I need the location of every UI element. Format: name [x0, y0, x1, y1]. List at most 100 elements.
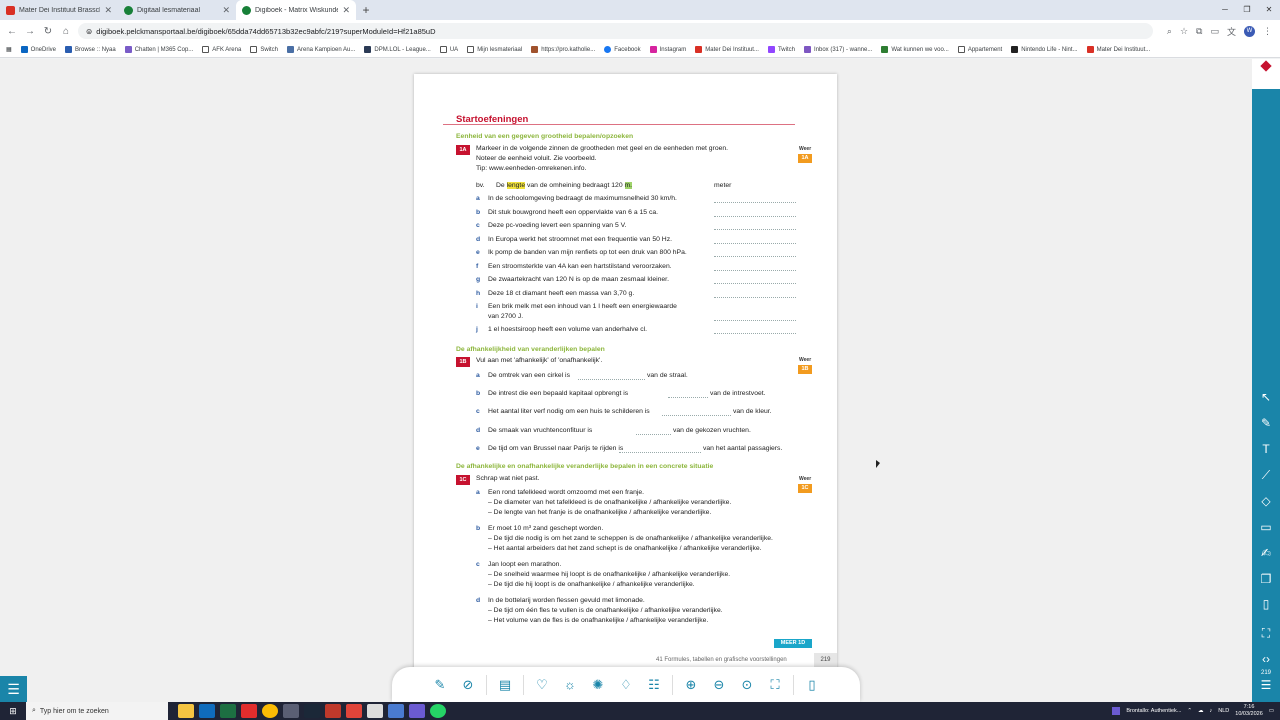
- whatsapp-icon[interactable]: [430, 704, 446, 718]
- answer-field[interactable]: [714, 297, 796, 298]
- sub-item-text[interactable]: – Het volume van de fles is de onafhanke…: [488, 617, 708, 624]
- app-icon[interactable]: [283, 704, 299, 718]
- weer-badge-1a[interactable]: 1A: [798, 154, 812, 163]
- file-explorer-icon[interactable]: [178, 704, 194, 718]
- answer-field[interactable]: [714, 283, 796, 284]
- exercise-tag-c[interactable]: 1C: [456, 475, 470, 485]
- reload-icon[interactable]: ↻: [42, 26, 54, 37]
- sub-item-text[interactable]: – De snelheid waarmee hij loopt is de on…: [488, 571, 730, 578]
- whiteboard-icon[interactable]: ▭: [1258, 519, 1274, 535]
- pointer-icon[interactable]: ↖: [1258, 389, 1274, 405]
- bookmark[interactable]: Browse :: Nyaa: [65, 46, 116, 53]
- bookmark[interactable]: Instagram: [649, 46, 686, 53]
- tab-mater-dei[interactable]: Mater Dei Instituut Brasschaat ✕: [0, 0, 118, 20]
- solutions-icon[interactable]: ▤: [495, 675, 515, 695]
- answer-field[interactable]: [714, 333, 796, 334]
- forward-icon[interactable]: →: [24, 26, 36, 37]
- answer-field[interactable]: [714, 256, 796, 257]
- apps-icon[interactable]: ▦: [6, 46, 12, 53]
- fullscreen-icon[interactable]: ⛶: [1258, 625, 1274, 641]
- app-icon[interactable]: [409, 704, 425, 718]
- app-icon[interactable]: [367, 704, 383, 718]
- bookmark[interactable]: Mater Dei Instituut...: [695, 46, 759, 53]
- zoom-select-icon[interactable]: ⊙: [737, 675, 757, 695]
- meer-button[interactable]: MEER 1D: [774, 639, 812, 648]
- single-page-icon[interactable]: ▯: [802, 675, 822, 695]
- bookmark[interactable]: OneDrive: [20, 46, 56, 53]
- close-icon[interactable]: ✕: [222, 5, 230, 16]
- volume-icon[interactable]: ♪: [1210, 708, 1213, 714]
- back-icon[interactable]: ←: [6, 26, 18, 37]
- answer-field[interactable]: [668, 397, 708, 398]
- weer-badge-1c[interactable]: 1C: [798, 484, 812, 493]
- sub-item-text[interactable]: – De tijd die hij loopt is de onafhankel…: [488, 581, 695, 588]
- lightbulb-off-icon[interactable]: ♢: [616, 675, 636, 695]
- close-window-icon[interactable]: ✕: [1258, 0, 1280, 20]
- bookmark[interactable]: https://pro.katholie...: [531, 46, 595, 53]
- media-title[interactable]: Brontallo: Authentiek...: [1126, 708, 1181, 714]
- sub-item-text[interactable]: – De tijd die nodig is om het zand te sc…: [488, 535, 773, 542]
- answer-field[interactable]: [714, 216, 796, 217]
- chrome-icon[interactable]: [262, 704, 278, 718]
- tab-digitaal[interactable]: Digitaal lesmateriaal ✕: [118, 0, 236, 20]
- pages-icon[interactable]: ❐: [1258, 571, 1274, 587]
- bookmark[interactable]: Mater Dei Instituut...: [1086, 46, 1150, 53]
- app-icon[interactable]: [388, 704, 404, 718]
- answer-field[interactable]: [619, 452, 701, 453]
- answer-field[interactable]: [714, 202, 796, 203]
- cast-icon[interactable]: ▭: [1210, 26, 1219, 37]
- minimize-icon[interactable]: ─: [1214, 0, 1236, 20]
- lightbulb-icon[interactable]: ☼: [560, 675, 580, 695]
- steam-icon[interactable]: [304, 704, 320, 718]
- menu-icon[interactable]: ☰: [1258, 677, 1274, 693]
- site-info-icon[interactable]: ⊜: [86, 27, 92, 36]
- bookmark[interactable]: Nintendo Life - Nint...: [1011, 46, 1078, 53]
- exercise-tag-b[interactable]: 1B: [456, 357, 470, 367]
- answer-field[interactable]: [714, 270, 796, 271]
- app-icon[interactable]: [325, 704, 341, 718]
- pen-icon[interactable]: ✎: [1258, 415, 1274, 431]
- notes-icon[interactable]: ✍: [1258, 545, 1274, 561]
- close-icon[interactable]: ✕: [104, 5, 112, 16]
- avatar[interactable]: W: [1244, 25, 1255, 37]
- bookmark[interactable]: Chatten | M365 Cop...: [124, 46, 193, 53]
- fit-page-icon[interactable]: ⛶: [765, 675, 785, 695]
- answer-field[interactable]: [636, 434, 671, 435]
- text-icon[interactable]: T: [1258, 441, 1274, 457]
- answer-field[interactable]: [714, 243, 796, 244]
- network-icon[interactable]: ☁: [1198, 708, 1204, 714]
- app-icon[interactable]: [346, 704, 362, 718]
- lightbulb-all-icon[interactable]: ✺: [588, 675, 608, 695]
- notifications-icon[interactable]: ▭: [1269, 708, 1274, 714]
- taskbar-search[interactable]: ⌕ Typ hier om te zoeken: [26, 702, 168, 720]
- zoom-in-icon[interactable]: ⊕: [681, 675, 701, 695]
- windows-start-icon[interactable]: ⊞: [0, 706, 26, 717]
- collapse-icon[interactable]: ‹›: [1258, 651, 1274, 667]
- answer-field[interactable]: [714, 229, 796, 230]
- new-tab-button[interactable]: +: [356, 0, 376, 20]
- zoom-icon[interactable]: ⌕: [1167, 26, 1172, 37]
- eraser-icon[interactable]: ◇: [1258, 493, 1274, 509]
- bookmark[interactable]: DPM.LOL - League...: [364, 46, 431, 53]
- bookmark[interactable]: Arena Kampioen Au...: [286, 46, 355, 53]
- sub-item-text[interactable]: – De diameter van het tafelkleed is de o…: [488, 499, 731, 506]
- clock[interactable]: 7:16 10/03/2026: [1235, 704, 1263, 718]
- hint-icon[interactable]: ♡: [532, 675, 552, 695]
- excel-icon[interactable]: [220, 704, 236, 718]
- show-annotations-icon[interactable]: ✎: [430, 675, 450, 695]
- bookmark[interactable]: AFK Arena: [202, 46, 241, 53]
- bookmark[interactable]: Facebook: [604, 46, 641, 53]
- answer-field[interactable]: [578, 379, 645, 380]
- bookmark[interactable]: Twitch: [767, 46, 795, 53]
- ruler-icon[interactable]: ⟋: [1258, 467, 1274, 483]
- url-field[interactable]: ⊜ digiboek.pelckmansportaal.be/digiboek/6…: [78, 23, 1153, 39]
- sub-item-text[interactable]: – De tijd om één fles te vullen is de on…: [488, 607, 723, 614]
- weer-badge-1b[interactable]: 1B: [798, 365, 812, 374]
- bookmark[interactable]: Wat kunnen we voo...: [881, 46, 949, 53]
- hamburger-menu-button[interactable]: ☰: [0, 676, 27, 702]
- tab-digiboek[interactable]: Digiboek - Matrix Wiskunde 3-4✕: [236, 0, 356, 20]
- extensions-icon[interactable]: ⧉: [1196, 26, 1202, 37]
- sub-item-text[interactable]: – De lengte van het franje is de onafhan…: [488, 509, 711, 516]
- zoom-out-icon[interactable]: ⊖: [709, 675, 729, 695]
- bookmark[interactable]: UA: [439, 46, 458, 53]
